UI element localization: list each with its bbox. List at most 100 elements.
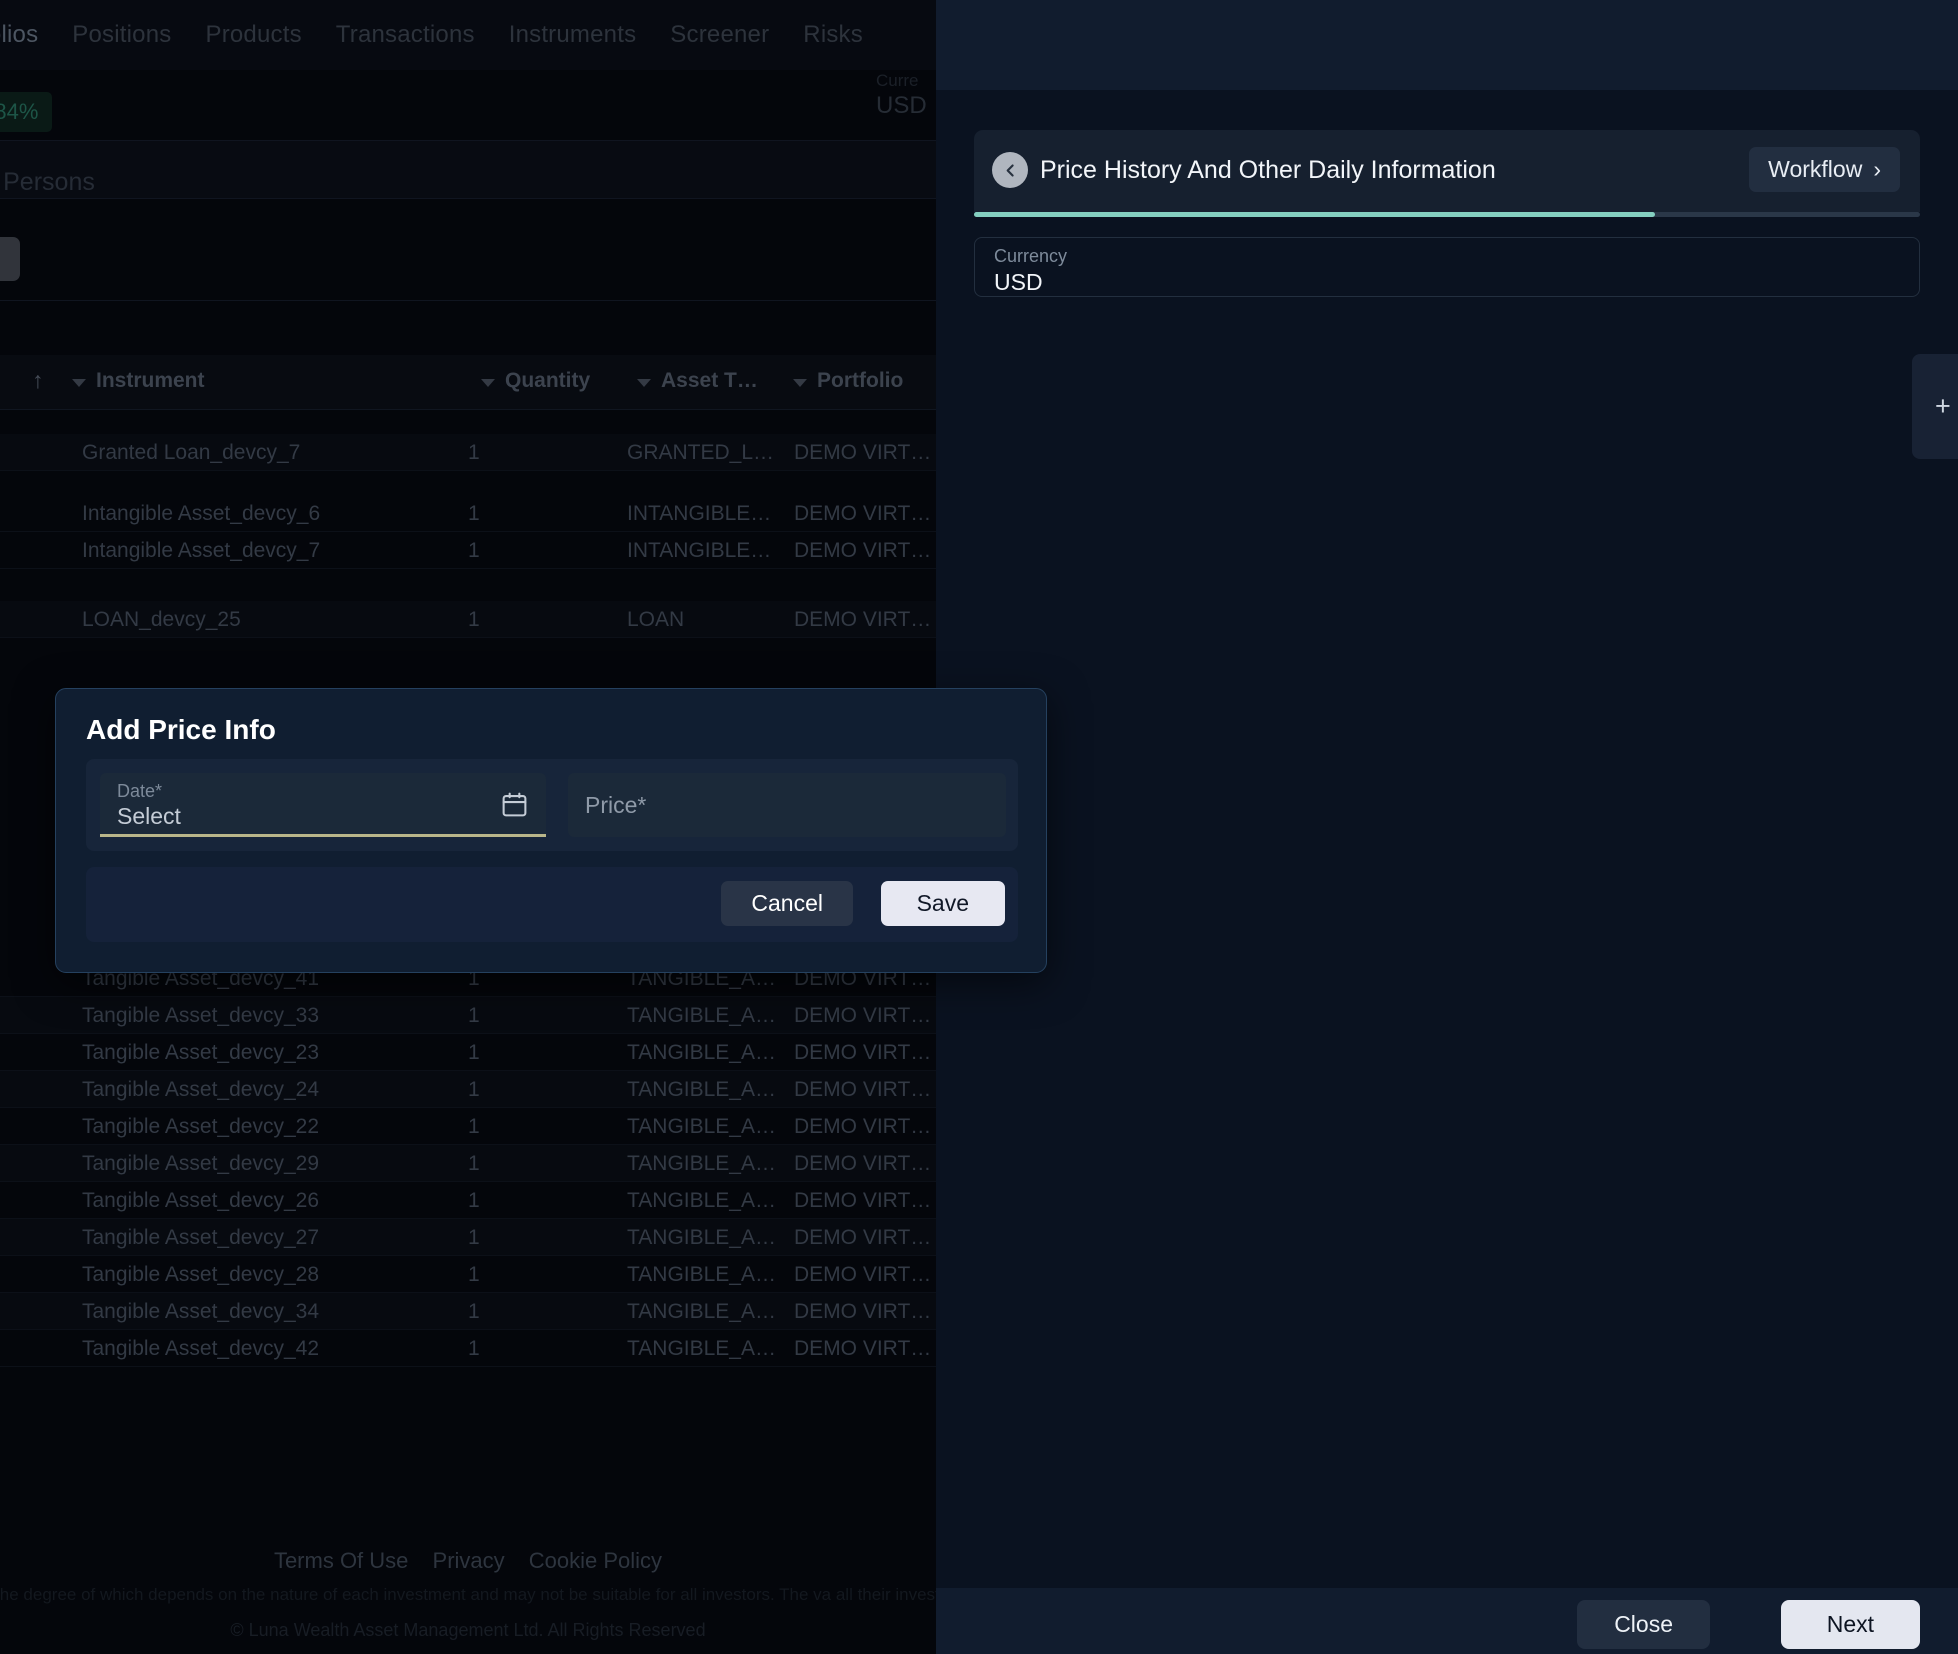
currency-field[interactable]: Currency USD — [974, 237, 1920, 297]
cell-instrument: Tangible Asset_devcy_29 — [82, 1152, 319, 1176]
column-header-instrument[interactable]: Instrument — [96, 369, 205, 393]
cell-instrument: Tangible Asset_devcy_23 — [82, 1041, 319, 1065]
table-row[interactable]: Intangible Asset_devcy_6 1 INTANGIBLE… D… — [0, 495, 936, 532]
table-row[interactable]: Tangible Asset_devcy_24 1 TANGIBLE_A… DE… — [0, 1071, 936, 1108]
footer-link-cookie[interactable]: Cookie Policy — [529, 1548, 662, 1573]
add-price-info-dialog: Add Price Info Date* Select Price* — [55, 688, 1047, 973]
nav-item-screener[interactable]: Screener — [670, 21, 769, 49]
currency-field-value: USD — [994, 269, 1043, 296]
cell-portfolio: DEMO VIRT… — [794, 441, 931, 465]
footer-link-terms[interactable]: Terms Of Use — [274, 1548, 408, 1573]
table-row[interactable]: LOAN_devcy_25 1 LOAN DEMO VIRT… — [0, 601, 936, 638]
column-header-portfolio[interactable]: Portfolio — [817, 369, 903, 393]
workflow-button[interactable]: Workflow › — [1749, 147, 1900, 192]
side-drawer: Price History And Other Daily Informatio… — [936, 0, 1958, 1654]
save-button[interactable]: Save — [881, 881, 1005, 926]
cell-portfolio: DEMO VIRT… — [794, 1115, 931, 1139]
section-band — [0, 141, 936, 198]
cell-quantity: 1 — [468, 502, 480, 526]
table-row[interactable]: Tangible Asset_devcy_26 1 TANGIBLE_A… DE… — [0, 1182, 936, 1219]
progress-fill — [974, 212, 1655, 217]
table-row[interactable]: Tangible Asset_devcy_28 1 TANGIBLE_A… DE… — [0, 1256, 936, 1293]
nav-item-risks[interactable]: Risks — [803, 21, 863, 49]
cell-quantity: 1 — [468, 1041, 480, 1065]
plus-icon: + — [1935, 393, 1951, 420]
table-row[interactable]: Tangible Asset_devcy_34 1 TANGIBLE_A… DE… — [0, 1293, 936, 1330]
cell-portfolio: DEMO VIRT… — [794, 1078, 931, 1102]
cell-instrument: Intangible Asset_devcy_7 — [82, 539, 320, 563]
nav-item-transactions[interactable]: Transactions — [336, 21, 475, 49]
table-row[interactable]: Tangible Asset_devcy_29 1 TANGIBLE_A… DE… — [0, 1145, 936, 1182]
cell-asset-type: TANGIBLE_A… — [627, 1115, 776, 1139]
cell-quantity: 1 — [468, 1337, 480, 1361]
cell-quantity: 1 — [468, 1078, 480, 1102]
back-icon[interactable] — [992, 152, 1028, 188]
cell-portfolio: DEMO VIRT… — [794, 1337, 931, 1361]
cell-quantity: 1 — [468, 608, 480, 632]
cell-quantity: 1 — [468, 1300, 480, 1324]
cell-quantity: 1 — [468, 539, 480, 563]
table-row[interactable]: Intangible Asset_devcy_7 1 INTANGIBLE… D… — [0, 532, 936, 569]
column-menu-instrument-icon[interactable] — [72, 379, 86, 387]
step-title: Price History And Other Daily Informatio… — [1040, 156, 1496, 185]
table-row[interactable]: Granted Loan_devcy_7 1 GRANTED_L… DEMO V… — [0, 434, 936, 471]
table-row[interactable]: Tangible Asset_devcy_27 1 TANGIBLE_A… DE… — [0, 1219, 936, 1256]
cell-instrument: Tangible Asset_devcy_27 — [82, 1226, 319, 1250]
cell-asset-type: TANGIBLE_A… — [627, 1004, 776, 1028]
divider — [0, 300, 936, 301]
cell-asset-type: TANGIBLE_A… — [627, 1189, 776, 1213]
column-menu-asset-type-icon[interactable] — [637, 379, 651, 387]
table-row[interactable]: Tangible Asset_devcy_42 1 TANGIBLE_A… DE… — [0, 1330, 936, 1367]
cell-quantity: 1 — [468, 1189, 480, 1213]
top-navigation: rtfolios Positions Products Transactions… — [0, 0, 936, 70]
table-row[interactable]: Tangible Asset_devcy_33 1 TANGIBLE_A… DE… — [0, 997, 936, 1034]
currency-field-label: Currency — [994, 246, 1067, 267]
cell-asset-type: LOAN — [627, 608, 684, 632]
progress-track — [974, 212, 1920, 217]
footer-link-privacy[interactable]: Privacy — [433, 1548, 505, 1573]
column-header-quantity[interactable]: Quantity — [505, 369, 590, 393]
cell-asset-type: INTANGIBLE… — [627, 539, 771, 563]
table-row[interactable]: Tangible Asset_devcy_23 1 TANGIBLE_A… DE… — [0, 1034, 936, 1071]
date-field-label: Date* — [117, 781, 162, 802]
cell-portfolio: DEMO VIRT… — [794, 502, 931, 526]
positions-table-lower: Tangible Asset_devcy_41 1 TANGIBLE_A… DE… — [0, 960, 936, 1367]
footer-copyright: © Luna Wealth Asset Management Ltd. All … — [0, 1620, 936, 1641]
sort-ascending-icon[interactable]: ↑ — [32, 367, 44, 394]
column-menu-quantity-icon[interactable] — [481, 379, 495, 387]
cell-portfolio: DEMO VIRT… — [794, 608, 931, 632]
next-button[interactable]: Next — [1781, 1600, 1920, 1649]
close-button[interactable]: Close — [1577, 1600, 1710, 1649]
column-menu-portfolio-icon[interactable] — [793, 379, 807, 387]
dialog-footer: Cancel Save — [86, 867, 1018, 942]
table-header-row: ↑ Instrument Quantity Asset T… Portfolio — [0, 355, 936, 410]
drawer-footer-bar: Close Next — [936, 1588, 1958, 1654]
positions-table: ↑ Instrument Quantity Asset T… Portfolio… — [0, 355, 936, 638]
cell-quantity: 1 — [468, 1263, 480, 1287]
section-label-authorized-persons: rized Persons — [0, 168, 95, 197]
price-field[interactable]: Price* — [568, 773, 1006, 837]
cell-quantity: 1 — [468, 1115, 480, 1139]
nav-item-products[interactable]: Products — [205, 21, 301, 49]
cancel-button[interactable]: Cancel — [721, 881, 853, 926]
divider — [0, 198, 936, 199]
calendar-icon[interactable] — [500, 790, 529, 824]
background-currency-label: Curre — [876, 70, 936, 91]
nav-item-instruments[interactable]: Instruments — [509, 21, 637, 49]
table-row[interactable]: Tangible Asset_devcy_22 1 TANGIBLE_A… DE… — [0, 1108, 936, 1145]
column-header-asset-type[interactable]: Asset T… — [661, 369, 758, 393]
cell-portfolio: DEMO VIRT… — [794, 1004, 931, 1028]
nav-item-portfolios[interactable]: rtfolios — [0, 21, 38, 49]
date-field[interactable]: Date* Select — [100, 773, 546, 837]
cell-instrument: Tangible Asset_devcy_34 — [82, 1300, 319, 1324]
price-field-placeholder: Price* — [585, 792, 646, 819]
add-price-info-button[interactable]: + Add Price Info — [1912, 354, 1958, 459]
cell-asset-type: INTANGIBLE… — [627, 502, 771, 526]
new-button[interactable]: ew — [0, 237, 20, 281]
cell-instrument: Granted Loan_devcy_7 — [82, 441, 300, 465]
nav-item-positions[interactable]: Positions — [72, 21, 171, 49]
table-group-spacer — [0, 410, 936, 434]
cell-asset-type: TANGIBLE_A… — [627, 1041, 776, 1065]
cell-asset-type: TANGIBLE_A… — [627, 1263, 776, 1287]
cell-portfolio: DEMO VIRT… — [794, 1152, 931, 1176]
